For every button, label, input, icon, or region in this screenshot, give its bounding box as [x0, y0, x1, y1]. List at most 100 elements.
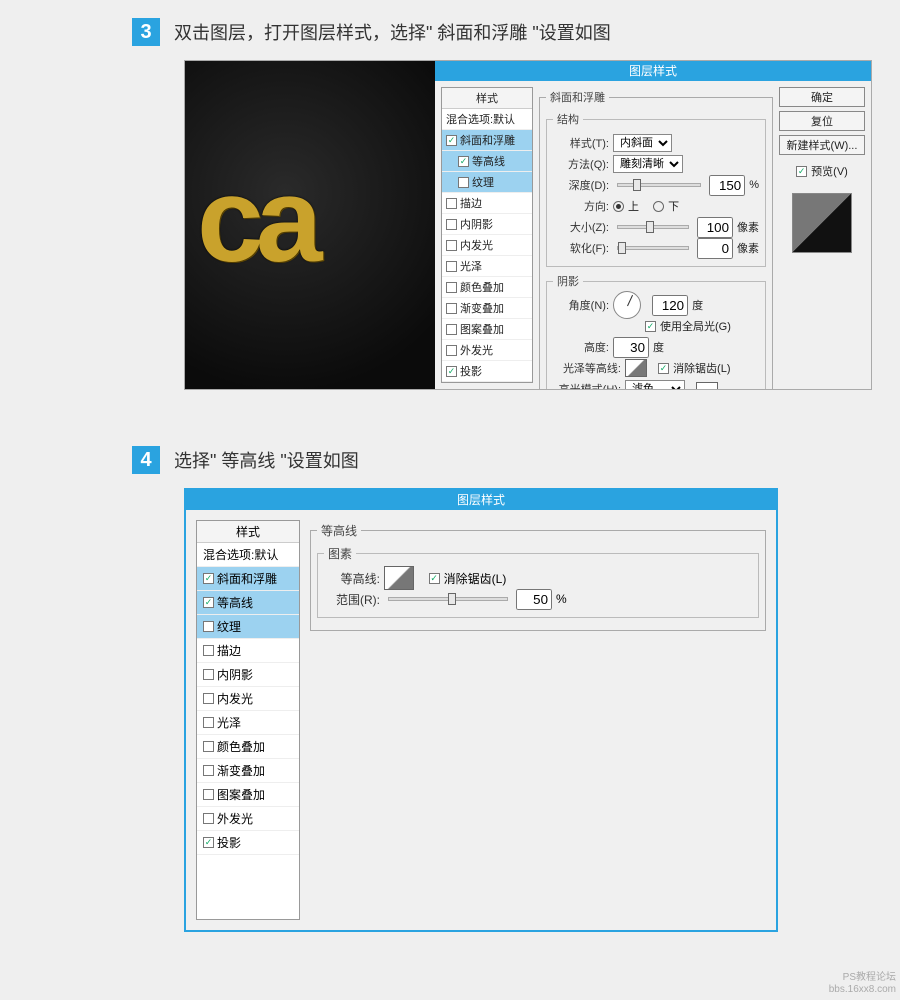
style-row-inner-glow[interactable]: 内发光 — [442, 235, 532, 256]
style-label: 内阴影 — [460, 216, 493, 232]
gloss-contour-picker[interactable] — [625, 359, 647, 377]
checkbox-icon[interactable] — [446, 261, 457, 272]
checkbox-icon[interactable] — [203, 741, 214, 752]
style-row-color-overlay[interactable]: 颜色叠加 — [197, 735, 299, 759]
range-input[interactable] — [516, 589, 552, 610]
style-row-texture[interactable]: 纹理 — [197, 615, 299, 639]
style-row-stroke[interactable]: 描边 — [197, 639, 299, 663]
style-row-contour[interactable]: 等高线 — [442, 151, 532, 172]
style-row-satin[interactable]: 光泽 — [197, 711, 299, 735]
blend-options-row[interactable]: 混合选项:默认 — [442, 109, 532, 130]
preview-checkbox[interactable] — [796, 166, 807, 177]
blend-options-row[interactable]: 混合选项:默认 — [197, 543, 299, 567]
checkbox-icon[interactable] — [203, 621, 214, 632]
checkbox-icon[interactable] — [446, 303, 457, 314]
gold-text-ca: ca — [197, 151, 314, 289]
checkbox-icon[interactable] — [458, 177, 469, 188]
style-label: 描边 — [460, 195, 482, 211]
range-slider[interactable] — [388, 597, 508, 601]
contour-group: 等高线 图素 等高线: 消除锯齿(L) 范围(R):% — [310, 522, 766, 631]
checkbox-icon[interactable] — [203, 573, 214, 584]
watermark-line1: PS教程论坛 — [829, 972, 896, 984]
checkbox-icon[interactable] — [446, 240, 457, 251]
checkbox-icon[interactable] — [203, 645, 214, 656]
checkbox-icon[interactable] — [446, 324, 457, 335]
depth-input[interactable] — [709, 175, 745, 196]
style-label: 等高线 — [472, 153, 505, 169]
style-row-texture[interactable]: 纹理 — [442, 172, 532, 193]
antialias-checkbox[interactable] — [658, 363, 669, 374]
style-label: 图案叠加 — [460, 321, 504, 337]
style-row-outer-glow[interactable]: 外发光 — [197, 807, 299, 831]
style-row-color-overlay[interactable]: 颜色叠加 — [442, 277, 532, 298]
style-label: 内阴影 — [217, 666, 253, 683]
elements-legend: 图素 — [324, 545, 356, 562]
soften-label: 软化(F): — [553, 240, 609, 256]
checkbox-icon[interactable] — [446, 219, 457, 230]
group-title: 斜面和浮雕 — [546, 89, 609, 105]
style-row-bevel[interactable]: 斜面和浮雕 — [442, 130, 532, 151]
contour-picker[interactable] — [384, 566, 414, 590]
checkbox-icon[interactable] — [446, 135, 457, 146]
checkbox-icon[interactable] — [458, 156, 469, 167]
new-style-button[interactable]: 新建样式(W)... — [779, 135, 865, 155]
style-select[interactable]: 内斜面 — [613, 134, 672, 152]
contour-settings-panel: 等高线 图素 等高线: 消除锯齿(L) 范围(R):% — [310, 520, 766, 920]
style-row-grad-overlay[interactable]: 渐变叠加 — [197, 759, 299, 783]
cancel-button[interactable]: 复位 — [779, 111, 865, 131]
size-input[interactable] — [697, 217, 733, 238]
style-row-satin[interactable]: 光泽 — [442, 256, 532, 277]
contour-label: 等高线: — [324, 570, 380, 587]
preview-label: 预览(V) — [811, 163, 848, 179]
angle-input[interactable] — [652, 295, 688, 316]
checkbox-icon[interactable] — [446, 282, 457, 293]
style-row-stroke[interactable]: 描边 — [442, 193, 532, 214]
checkbox-icon[interactable] — [203, 717, 214, 728]
style-row-drop-shadow[interactable]: 投影 — [442, 361, 532, 382]
style-row-bevel[interactable]: 斜面和浮雕 — [197, 567, 299, 591]
style-row-inner-shadow[interactable]: 内阴影 — [442, 214, 532, 235]
size-slider[interactable] — [617, 225, 689, 229]
angle-dial[interactable] — [613, 291, 641, 319]
checkbox-icon[interactable] — [203, 597, 214, 608]
style-row-outer-glow[interactable]: 外发光 — [442, 340, 532, 361]
style-row-drop-shadow[interactable]: 投影 — [197, 831, 299, 855]
checkbox-icon[interactable] — [203, 669, 214, 680]
soften-input[interactable] — [697, 238, 733, 259]
depth-slider[interactable] — [617, 183, 701, 187]
ok-button[interactable]: 确定 — [779, 87, 865, 107]
checkbox-icon[interactable] — [203, 765, 214, 776]
altitude-input[interactable] — [613, 337, 649, 358]
checkbox-icon[interactable] — [203, 693, 214, 704]
checkbox-icon[interactable] — [203, 837, 214, 848]
antialias-checkbox[interactable] — [429, 573, 440, 584]
checkbox-icon[interactable] — [446, 345, 457, 356]
style-label: 颜色叠加 — [217, 738, 265, 755]
checkbox-icon[interactable] — [203, 789, 214, 800]
style-row-grad-overlay[interactable]: 渐变叠加 — [442, 298, 532, 319]
style-row-contour[interactable]: 等高线 — [197, 591, 299, 615]
checkbox-icon[interactable] — [446, 366, 457, 377]
style-label: 纹理 — [217, 618, 241, 635]
styles-list: 样式 混合选项:默认 斜面和浮雕 等高线 纹理 描边 内阴影 内发光 光泽 颜色… — [441, 87, 533, 383]
highlight-mode-label: 高光模式(H): — [553, 381, 621, 390]
technique-select[interactable]: 雕刻清晰 — [613, 155, 683, 173]
step-number-4: 4 — [132, 446, 160, 474]
radio-up[interactable] — [613, 201, 624, 212]
style-row-inner-shadow[interactable]: 内阴影 — [197, 663, 299, 687]
soften-slider[interactable] — [617, 246, 689, 250]
step-number-3: 3 — [132, 18, 160, 46]
checkbox-icon[interactable] — [446, 198, 457, 209]
global-light-checkbox[interactable] — [645, 321, 656, 332]
styles-header: 样式 — [197, 521, 299, 543]
unit-pct: % — [749, 179, 759, 191]
highlight-mode-select[interactable]: 滤色 — [625, 380, 685, 390]
radio-down[interactable] — [653, 201, 664, 212]
style-row-pattern-overlay[interactable]: 图案叠加 — [197, 783, 299, 807]
style-row-inner-glow[interactable]: 内发光 — [197, 687, 299, 711]
direction-label: 方向: — [553, 198, 609, 214]
dir-up-label: 上 — [628, 198, 639, 214]
style-row-pattern-overlay[interactable]: 图案叠加 — [442, 319, 532, 340]
highlight-color-swatch[interactable] — [696, 382, 718, 390]
checkbox-icon[interactable] — [203, 813, 214, 824]
